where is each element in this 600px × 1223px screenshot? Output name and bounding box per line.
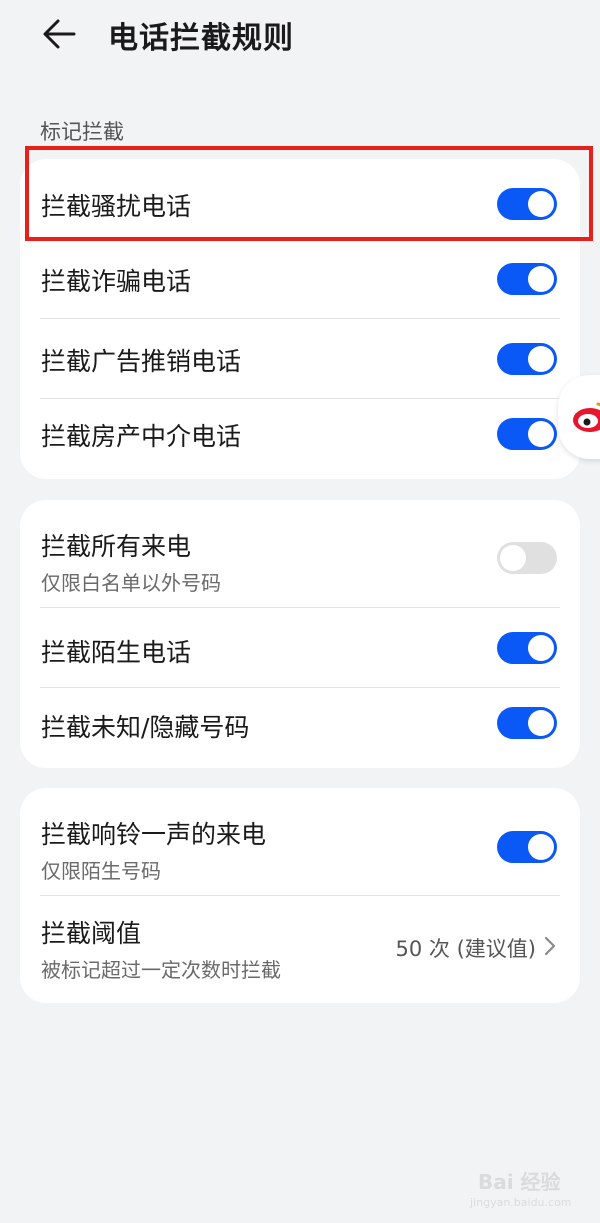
intercept-real-estate-row[interactable]: 拦截房产中介电话 [20, 399, 580, 479]
intercept-all-calls-row[interactable]: 拦截所有来电 仅限白名单以外号码 [20, 500, 580, 608]
threshold-value: 50 次 (建议值) [395, 937, 536, 961]
intercept-ring-once-toggle[interactable] [497, 831, 557, 863]
intercept-real-estate-toggle[interactable] [497, 418, 557, 450]
intercept-unknown-toggle[interactable] [497, 707, 557, 739]
baidu-watermark: Bai 经验 jingyan.baidu.com [470, 1158, 580, 1218]
toggle-knob [528, 834, 554, 860]
toggle-knob [528, 266, 554, 292]
floating-share-button[interactable] [558, 375, 600, 459]
chevron-right-icon [544, 936, 556, 956]
app-header: 电话拦截规则 [0, 0, 600, 70]
arrow-left-icon [43, 19, 76, 49]
row-title: 拦截阈值 [41, 919, 142, 948]
row-title: 拦截骚扰电话 [41, 192, 192, 221]
weibo-icon [573, 402, 600, 432]
row-subtitle: 仅限白名单以外号码 [41, 571, 221, 595]
toggle-knob [528, 421, 554, 447]
toggle-knob [528, 710, 554, 736]
page-title: 电话拦截规则 [108, 21, 294, 56]
toggle-knob [500, 545, 526, 571]
row-title: 拦截响铃一声的来电 [41, 820, 267, 849]
intercept-stranger-row[interactable]: 拦截陌生电话 [20, 608, 580, 688]
intercept-advertising-toggle[interactable] [497, 343, 557, 375]
intercept-ring-once-row[interactable]: 拦截响铃一声的来电 仅限陌生号码 [20, 788, 580, 896]
intercept-all-calls-toggle[interactable] [497, 542, 557, 574]
row-title: 拦截所有来电 [41, 532, 192, 561]
row-subtitle: 被标记超过一定次数时拦截 [41, 958, 281, 982]
watermark-text: Bai 经验 [478, 1170, 561, 1194]
row-title: 拦截广告推销电话 [41, 347, 242, 376]
toggle-knob [528, 635, 554, 661]
intercept-fraud-row[interactable]: 拦截诈骗电话 [20, 239, 580, 319]
row-title: 拦截未知/隐藏号码 [41, 713, 250, 742]
intercept-advertising-row[interactable]: 拦截广告推销电话 [20, 319, 580, 399]
intercept-harassment-toggle[interactable] [497, 188, 557, 220]
ring-threshold-card: 拦截响铃一声的来电 仅限陌生号码 拦截阈值 被标记超过一定次数时拦截 50 次 … [20, 788, 580, 1003]
row-subtitle: 仅限陌生号码 [41, 859, 161, 883]
intercept-stranger-toggle[interactable] [497, 632, 557, 664]
back-button[interactable] [38, 14, 82, 54]
toggle-knob [528, 346, 554, 372]
row-title: 拦截陌生电话 [41, 638, 192, 667]
intercept-fraud-toggle[interactable] [497, 263, 557, 295]
row-title: 拦截房产中介电话 [41, 422, 242, 451]
marked-intercept-card: 拦截骚扰电话 拦截诈骗电话 拦截广告推销电话 拦截房产中介电话 [20, 159, 580, 479]
intercept-threshold-row[interactable]: 拦截阈值 被标记超过一定次数时拦截 50 次 (建议值) [20, 896, 580, 1003]
toggle-knob [528, 191, 554, 217]
row-title: 拦截诈骗电话 [41, 267, 192, 296]
intercept-unknown-row[interactable]: 拦截未知/隐藏号码 [20, 688, 580, 768]
section-label-marked: 标记拦截 [40, 120, 124, 144]
call-intercept-card: 拦截所有来电 仅限白名单以外号码 拦截陌生电话 拦截未知/隐藏号码 [20, 500, 580, 768]
intercept-harassment-row[interactable]: 拦截骚扰电话 [20, 159, 580, 239]
watermark-subtext: jingyan.baidu.com [470, 1196, 572, 1209]
